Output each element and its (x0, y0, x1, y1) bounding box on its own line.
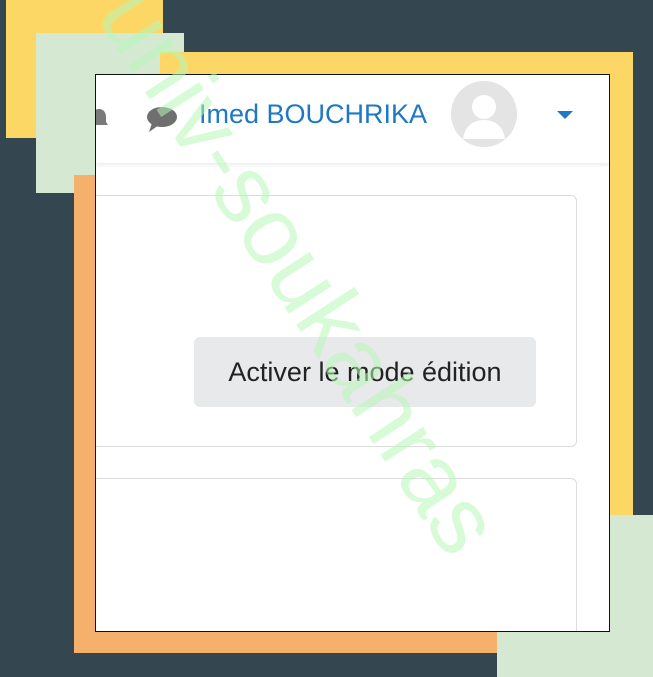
caret-down-icon[interactable] (556, 109, 574, 121)
top-navbar: Imed BOUCHRIKA (96, 75, 609, 163)
content-panel (96, 478, 577, 631)
screenshot-frame: Imed BOUCHRIKA Activer le mode édition (95, 74, 610, 632)
course-header-panel (96, 195, 577, 447)
user-name-link[interactable]: Imed BOUCHRIKA (199, 99, 427, 130)
avatar-silhouette-icon (451, 81, 517, 147)
chat-icon[interactable] (146, 105, 178, 133)
user-avatar[interactable] (451, 81, 517, 147)
bell-icon[interactable] (95, 107, 110, 129)
edit-mode-button[interactable]: Activer le mode édition (194, 337, 536, 407)
